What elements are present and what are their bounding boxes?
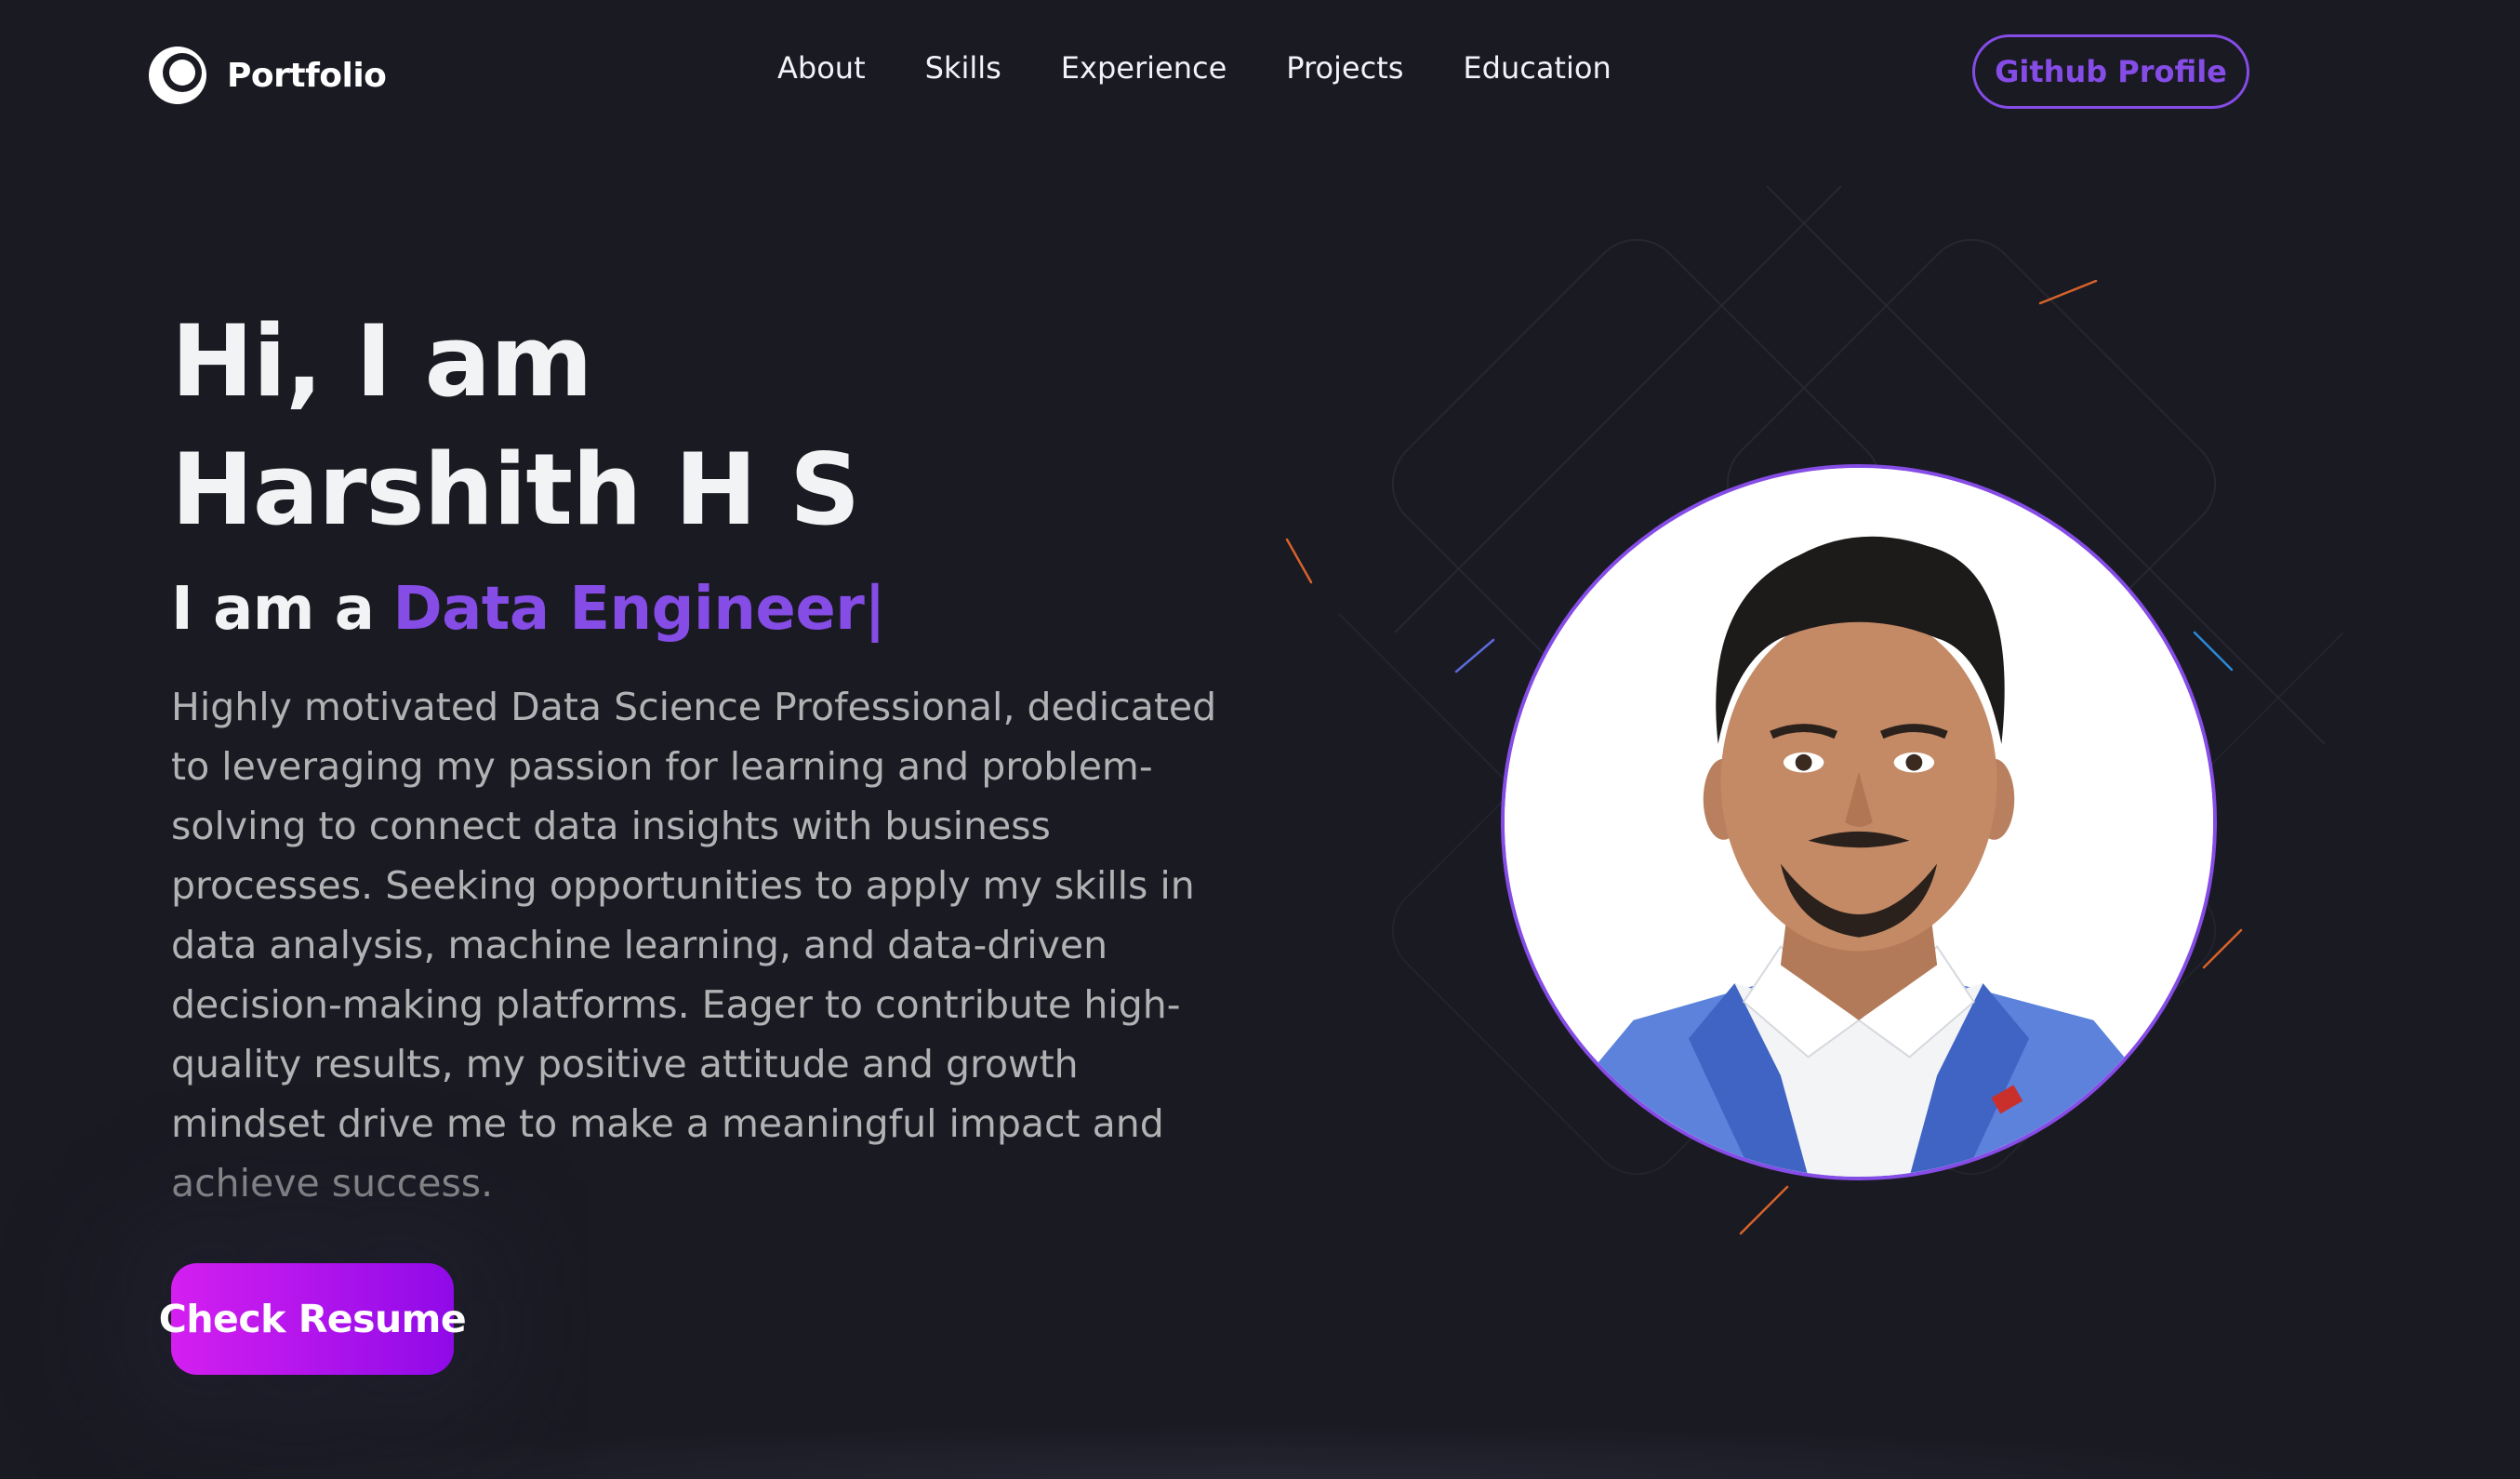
hero-greeting: Hi, I am (171, 304, 593, 419)
logo-text: Portfolio (227, 56, 387, 95)
hero-name: Harshith H S (171, 433, 860, 547)
github-profile-button[interactable]: Github Profile (1972, 34, 2249, 109)
hero-title: Hi, I am Harshith H S (171, 298, 860, 554)
nav-link-about[interactable]: About (777, 50, 866, 86)
bottom-glow (0, 1414, 2520, 1479)
nav-link-projects[interactable]: Projects (1286, 50, 1403, 86)
navbar: Portfolio About Skills Experience Projec… (0, 0, 2520, 149)
nav-link-skills[interactable]: Skills (925, 50, 1001, 86)
nav-links: About Skills Experience Projects Educati… (777, 50, 1611, 86)
profile-photo (1501, 464, 2217, 1180)
nav-link-experience[interactable]: Experience (1061, 50, 1227, 86)
profile-photo-image (1505, 468, 2213, 1177)
bio-text: Highly motivated Data Science Profession… (171, 685, 1217, 1146)
portfolio-logo-icon (149, 47, 206, 104)
bio-paragraph: Highly motivated Data Science Profession… (171, 677, 1222, 1213)
nav-link-education[interactable]: Education (1463, 50, 1611, 86)
role-line: I am a Data Engineer| (171, 575, 886, 644)
role-text: Data Engineer (392, 575, 865, 644)
bio-text-end: achieve success. (171, 1161, 494, 1206)
role-prefix: I am a (171, 575, 375, 644)
logo-link[interactable]: Portfolio (145, 43, 387, 108)
page: Portfolio About Skills Experience Projec… (0, 0, 2520, 1479)
typing-cursor: | (864, 575, 886, 644)
check-resume-button[interactable]: Check Resume (159, 1263, 467, 1375)
